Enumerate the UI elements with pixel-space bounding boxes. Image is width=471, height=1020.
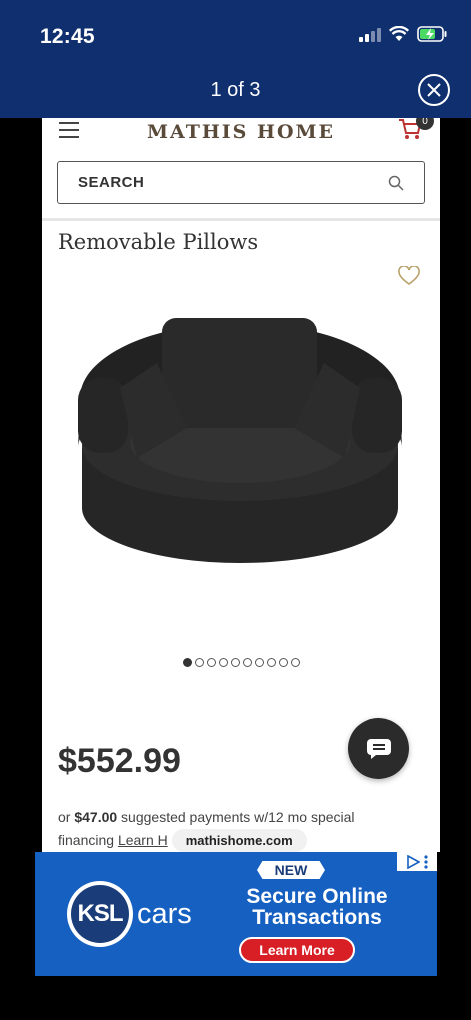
cell-signal-icon [359, 26, 381, 42]
image-counter: 1 of 3 [210, 79, 261, 101]
ad-choices-icon [407, 854, 420, 869]
ad-headline: Secure Online Transactions [207, 886, 427, 928]
financing-prefix: or [58, 809, 75, 825]
battery-charging-icon [417, 26, 447, 42]
financing-text: or $47.00 suggested payments w/12 mo spe… [58, 806, 428, 852]
financing-suffix: suggested payments w/12 mo special [117, 809, 355, 825]
ksl-cars-text: cars [137, 898, 192, 930]
domain-label: mathishome.com [171, 829, 307, 852]
pagination-dot[interactable] [278, 658, 288, 667]
learn-more-link[interactable]: Learn H [118, 832, 168, 848]
ksl-logo: KSL [67, 881, 133, 947]
status-time: 12:45 [40, 25, 95, 48]
pagination-dot[interactable] [206, 658, 216, 667]
ad-choices-button[interactable] [397, 852, 437, 871]
search-icon[interactable] [388, 175, 404, 191]
ad-banner[interactable]: KSL cars NEW Secure Online Transactions … [35, 852, 437, 976]
ksl-logo-text: KSL [71, 885, 129, 943]
financing-line2: financing [58, 832, 118, 848]
ad-learn-more-button[interactable]: Learn More [239, 937, 355, 963]
financing-amount: $47.00 [74, 809, 118, 825]
pagination-dot[interactable] [194, 658, 204, 667]
viewer-header: 12:45 1 of 3 [0, 0, 471, 118]
chat-bubble-icon [366, 738, 391, 759]
product-price: $552.99 [58, 742, 181, 780]
product-title: Removable Pillows [58, 230, 259, 254]
pagination-dot[interactable] [242, 658, 252, 667]
cart-button[interactable]: 0 [398, 118, 434, 145]
pagination-dot[interactable] [266, 658, 276, 667]
pagination-dot[interactable] [254, 658, 264, 667]
close-icon [427, 83, 441, 97]
ad-headline-line1: Secure Online [246, 885, 388, 908]
site-header: MATHIS HOME 0 [42, 118, 440, 148]
close-button[interactable] [418, 74, 450, 106]
wifi-icon [389, 26, 409, 42]
product-image[interactable] [62, 268, 422, 628]
search-input[interactable]: SEARCH [57, 161, 425, 204]
web-page: MATHIS HOME 0 SEARCH Removable Pillows $… [42, 118, 440, 852]
status-icons [359, 26, 447, 42]
site-logo[interactable]: MATHIS HOME [42, 121, 440, 143]
pagination-dot[interactable] [218, 658, 228, 667]
more-options-icon [424, 854, 428, 869]
header-divider [42, 218, 440, 221]
chat-button[interactable] [348, 718, 409, 779]
pagination-dot[interactable] [290, 658, 300, 667]
pagination-dot[interactable] [230, 658, 240, 667]
pagination-dot[interactable] [182, 658, 192, 667]
ad-headline-line2: Transactions [252, 906, 382, 929]
search-placeholder: SEARCH [78, 174, 145, 191]
new-badge: NEW [257, 861, 325, 879]
gallery-pagination [42, 658, 440, 667]
